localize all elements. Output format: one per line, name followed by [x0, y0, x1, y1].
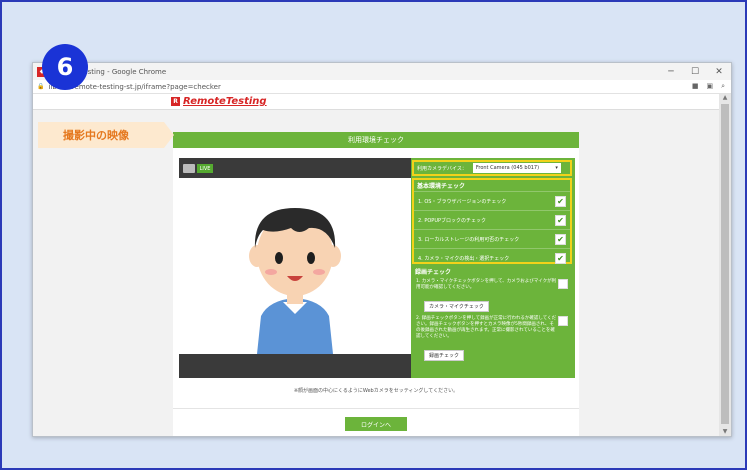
- logo-mark-icon: R: [171, 97, 180, 106]
- site-logo[interactable]: R RemoteTesting: [171, 96, 267, 107]
- checkbox-unchecked-icon[interactable]: ✔: [558, 316, 568, 326]
- check-label: 4. カメラ・マイクの検出・選択チェック: [418, 255, 510, 262]
- left-eye: [275, 252, 283, 264]
- record-item: 2. 録画チェックボタンを押して録画が正常に行われるか確認してください。録画チェ…: [412, 314, 572, 342]
- screenshot-frame: 6 ◆ Remote Testing - Google Chrome ─ ☐ ✕…: [0, 0, 747, 470]
- camera-device-select[interactable]: Front Camera (045 b017) ▾: [472, 163, 561, 173]
- callout-arrow: [164, 122, 174, 148]
- camera-setup-note: ※顔が画面の中心にくるようにWebカメラをセッティングしてください。: [293, 388, 459, 394]
- live-badge: LIVE: [197, 164, 213, 173]
- camera-indicator-icon[interactable]: ■: [692, 82, 699, 91]
- record-item-text: 2. 録画チェックボタンを押して録画が正常に行われるか確認してください。録画チェ…: [416, 316, 557, 339]
- lock-icon: 🔒: [37, 83, 45, 90]
- record-item: 1. カメラ・マイクチェックボタンを押して、カメラおよびマイクが利用可能か確認し…: [412, 277, 572, 293]
- right-eye: [307, 252, 315, 264]
- record-item-text: 1. カメラ・マイクチェックボタンを押して、カメラおよびマイクが利用可能か確認し…: [416, 279, 557, 290]
- url-text[interactable]: iibc01.remote-testing-st.jp/iframe?page=…: [48, 83, 691, 91]
- record-checks-title: 録画チェック: [415, 269, 452, 276]
- login-button[interactable]: ログインへ: [345, 417, 407, 431]
- minimize-button[interactable]: ─: [659, 67, 683, 77]
- check-label: 3. ローカルストレージの利用可否のチェック: [418, 236, 520, 243]
- browser-window: ◆ Remote Testing - Google Chrome ─ ☐ ✕ 🔒…: [32, 62, 732, 437]
- scroll-thumb[interactable]: [721, 104, 729, 424]
- check-item: 3. ローカルストレージの利用可否のチェック ✔: [414, 229, 570, 248]
- camera-preview: LIVE: [179, 158, 411, 378]
- check-label: 1. OS・ブラウザバージョンのチェック: [418, 198, 507, 205]
- check-item: 2. POPUPブロックのチェック ✔: [414, 210, 570, 229]
- logo-text: RemoteTesting: [183, 96, 267, 107]
- divider: [173, 408, 579, 409]
- button-label: カメラ・マイクチェック: [429, 304, 484, 310]
- checkbox-checked-icon[interactable]: ✔: [555, 252, 566, 264]
- camera-mic-check-button[interactable]: カメラ・マイクチェック: [424, 301, 489, 312]
- address-icons: ■ ▣ ⌕: [692, 82, 725, 91]
- camera-feed: [179, 178, 411, 354]
- scroll-up-icon[interactable]: ▲: [719, 94, 731, 102]
- person-illustration: [249, 208, 341, 354]
- left-cheek: [265, 269, 277, 275]
- record-check-button[interactable]: 録画チェック: [424, 350, 465, 361]
- button-label: 録画チェック: [429, 353, 460, 359]
- translate-icon[interactable]: ▣: [706, 82, 713, 91]
- basic-checks-group: 基本環境チェック 1. OS・ブラウザバージョンのチェック ✔ 2. POPUP…: [412, 178, 572, 264]
- step-number-badge: 6: [42, 44, 88, 90]
- video-camera-icon: [183, 164, 195, 173]
- device-select-row: 利用カメラデバイス： Front Camera (045 b017) ▾: [412, 160, 572, 176]
- address-bar[interactable]: 🔒 iibc01.remote-testing-st.jp/iframe?pag…: [33, 80, 731, 94]
- zoom-icon[interactable]: ⌕: [721, 82, 725, 91]
- title-bar: ◆ Remote Testing - Google Chrome ─ ☐ ✕: [33, 63, 731, 80]
- device-label: 利用カメラデバイス：: [417, 165, 467, 172]
- check-label: 2. POPUPブロックのチェック: [418, 217, 487, 224]
- checkbox-checked-icon[interactable]: ✔: [555, 195, 566, 207]
- record-checks-group: 録画チェック 1. カメラ・マイクチェックボタンを押して、カメラおよびマイクが利…: [412, 266, 572, 363]
- checkbox-checked-icon[interactable]: ✔: [555, 214, 566, 226]
- basic-checks-title: 基本環境チェック: [417, 183, 466, 190]
- callout-text: 撮影中の映像: [63, 129, 129, 142]
- environment-check-panel: 利用環境チェック LIVE 利用カメラデバイス： Front Camera (0…: [173, 132, 579, 436]
- check-item: 1. OS・ブラウザバージョンのチェック ✔: [414, 191, 570, 210]
- check-item: 4. カメラ・マイクの検出・選択チェック ✔: [414, 248, 570, 267]
- site-header: R RemoteTesting: [33, 94, 721, 110]
- video-callout: 撮影中の映像: [38, 122, 174, 148]
- scroll-down-icon[interactable]: ▼: [719, 428, 731, 436]
- checkbox-checked-icon[interactable]: ✔: [555, 233, 566, 245]
- close-button[interactable]: ✕: [707, 67, 731, 77]
- device-value: Front Camera (045 b017): [475, 165, 540, 171]
- vertical-scrollbar[interactable]: ▲ ▼: [719, 94, 731, 436]
- check-sidebar: 利用カメラデバイス： Front Camera (045 b017) ▾ 基本環…: [411, 158, 575, 378]
- checkbox-unchecked-icon[interactable]: ✔: [558, 279, 568, 289]
- panel-header: 利用環境チェック: [173, 132, 579, 148]
- maximize-button[interactable]: ☐: [683, 67, 707, 77]
- chevron-down-icon: ▾: [555, 165, 558, 171]
- window-title: Remote Testing - Google Chrome: [51, 67, 167, 76]
- right-cheek: [313, 269, 325, 275]
